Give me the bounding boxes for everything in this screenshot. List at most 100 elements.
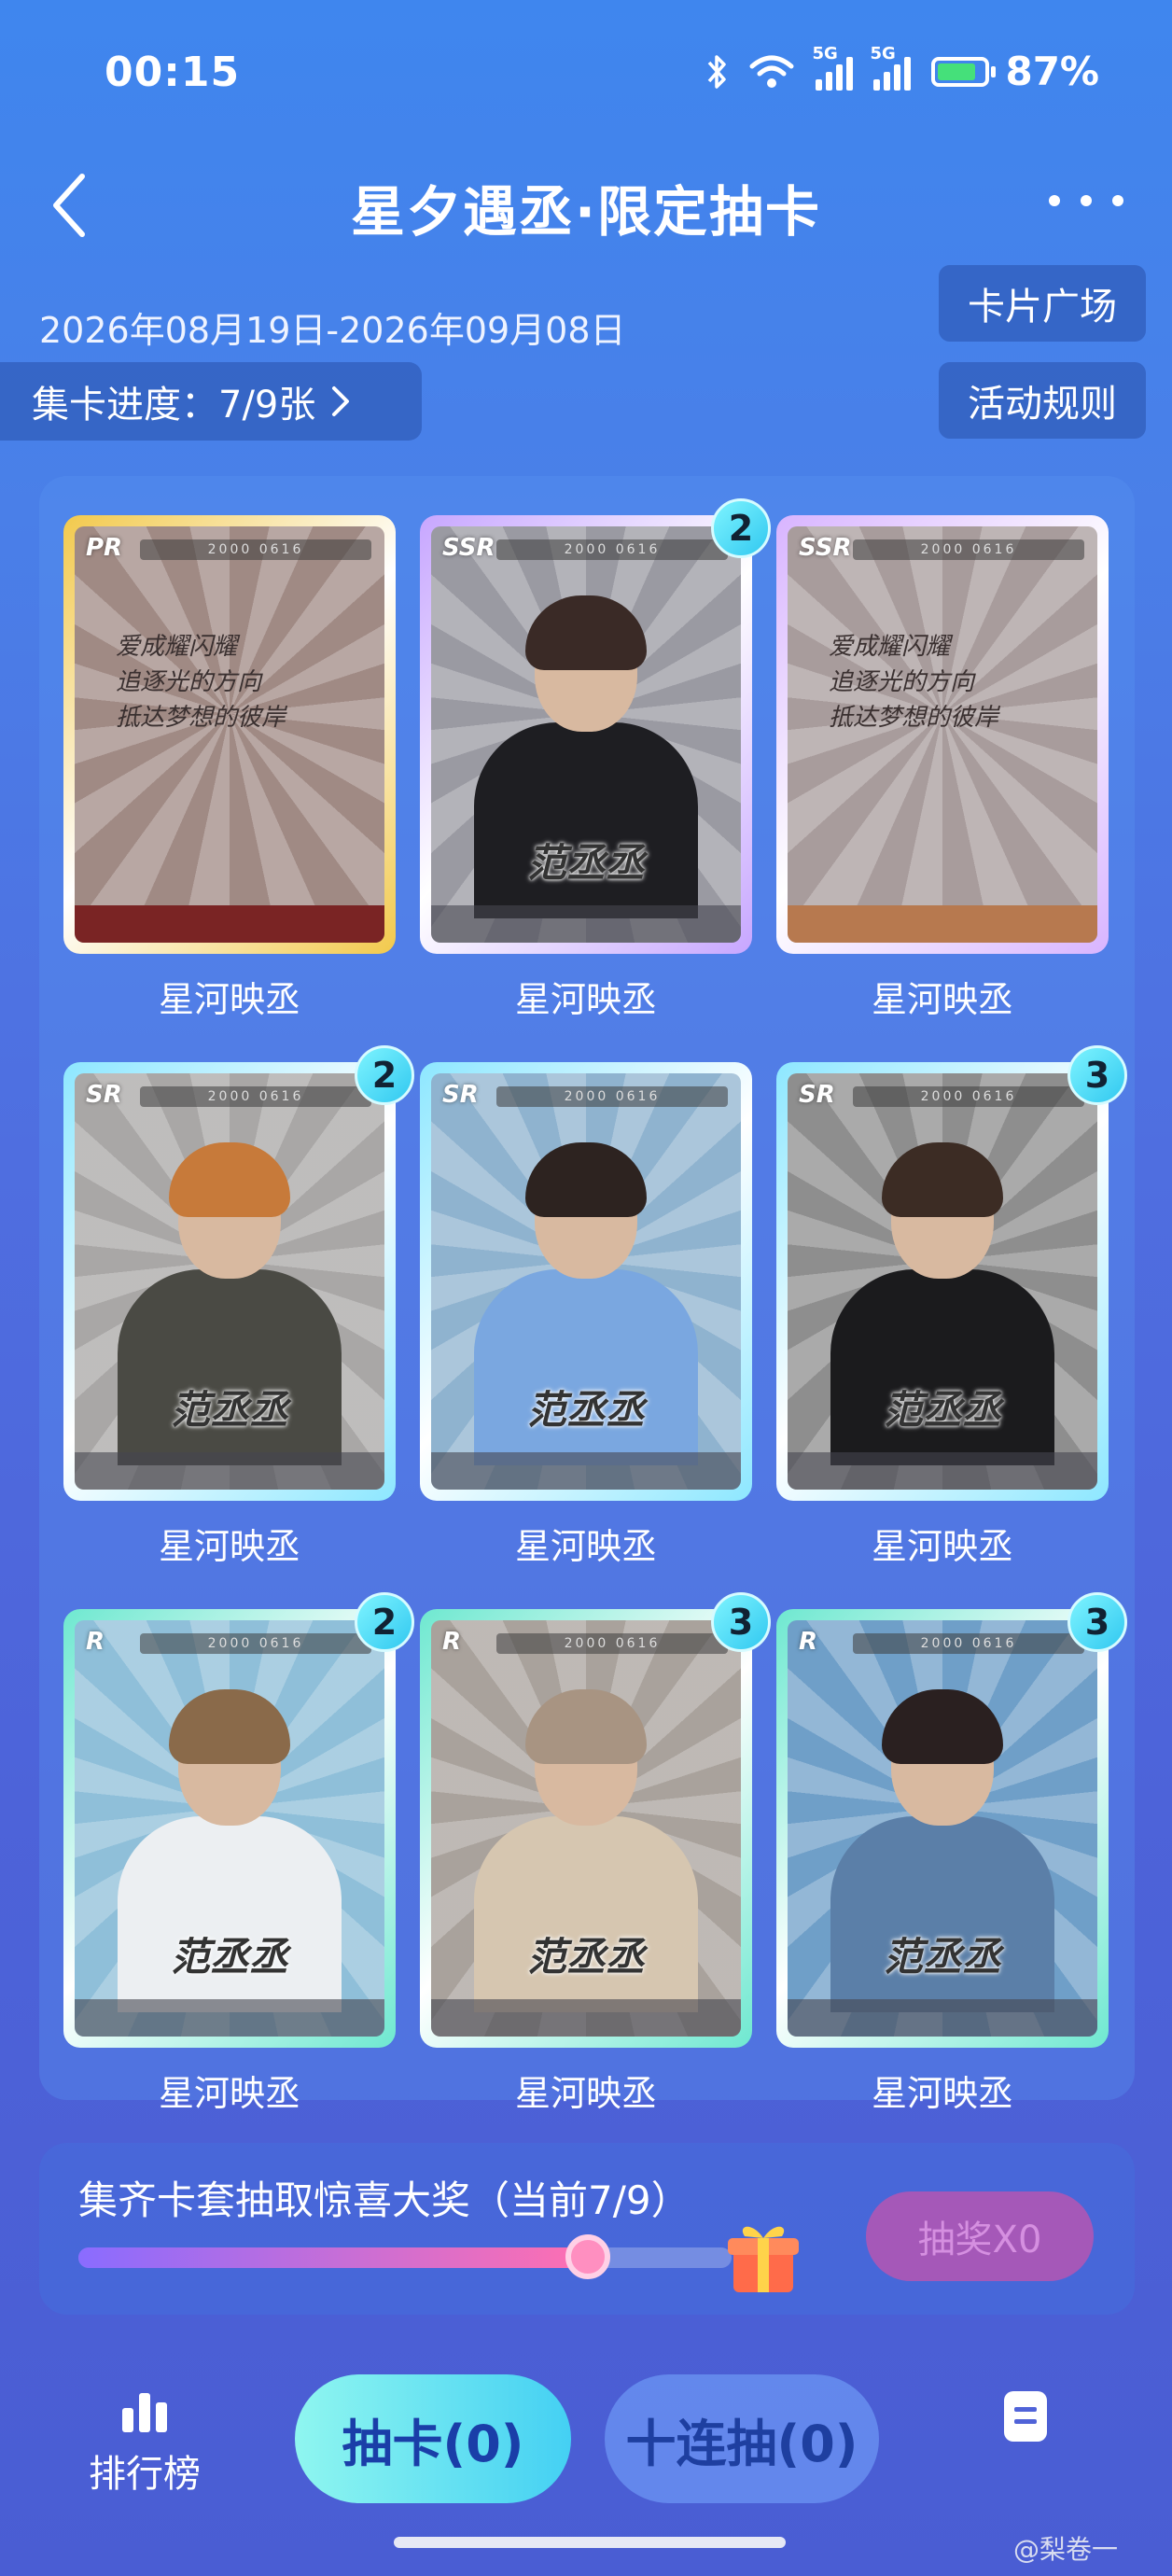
more-icon-dot — [1081, 195, 1092, 206]
lottery-button[interactable]: 抽奖X0 — [866, 2191, 1094, 2281]
page-title: 星夕遇丞·限定抽卡 — [350, 180, 822, 244]
card-person-hair — [169, 1689, 290, 1764]
card-name: 星河映丞 — [158, 979, 300, 1020]
card-rarity: SR — [86, 1081, 122, 1109]
card-serial: 2000 0616 — [140, 1633, 371, 1654]
card-person-figure — [474, 1269, 698, 1465]
card-item[interactable]: 2000 0616 SR 范丞丞 — [420, 1062, 752, 1501]
card-count-badge: 2 — [355, 1045, 414, 1105]
card-footer-band — [788, 1452, 1097, 1490]
card-logo: 范丞丞 — [170, 1387, 288, 1433]
ten-draw-button[interactable]: 十连抽(0) — [605, 2374, 879, 2503]
card-footer-band — [75, 1999, 384, 2037]
card-rarity: PR — [86, 534, 123, 562]
leaderboard-tab[interactable]: 排行榜 — [84, 2389, 205, 2498]
card-footer-band — [788, 1999, 1097, 2037]
card-serial: 2000 0616 — [140, 1086, 371, 1107]
card-name: 星河映丞 — [871, 2073, 1013, 2114]
card-item[interactable]: 2000 0616 SR 范丞丞 — [63, 1062, 396, 1501]
more-options-button[interactable] — [1049, 177, 1123, 224]
card-rarity: SR — [799, 1081, 835, 1109]
leaderboard-label: 排行榜 — [89, 2453, 201, 2496]
card-person-hair — [169, 1142, 290, 1217]
card-artwork: 爱成耀闪耀 追逐光的方向 抵达梦想的彼岸 2000 0616 PR — [75, 526, 384, 943]
network-type-1: 5G — [812, 43, 838, 63]
card-artwork: 2000 0616 R 范丞丞 — [431, 1620, 741, 2037]
card-handwritten-message: 爱成耀闪耀 追逐光的方向 抵达梦想的彼岸 — [829, 633, 999, 732]
card-item[interactable]: 2000 0616 R 范丞丞 — [63, 1609, 396, 2048]
card-item[interactable]: 2000 0616 R 范丞丞 — [420, 1609, 752, 2048]
card-logo: 范丞丞 — [883, 1387, 1001, 1433]
card-logo: 范丞丞 — [526, 840, 645, 886]
card-name: 星河映丞 — [871, 979, 1013, 1020]
card-person-figure — [474, 722, 698, 918]
card-square-button[interactable]: 卡片广场 — [939, 265, 1146, 342]
card-rarity: R — [799, 1628, 818, 1656]
card-artwork: 2000 0616 SR 范丞丞 — [788, 1073, 1097, 1490]
cell-signal-icon: 5G — [812, 44, 854, 91]
card-serial: 2000 0616 — [140, 539, 371, 560]
collection-progress-button[interactable]: 集卡进度：7/9张 — [0, 362, 422, 441]
card-footer-band — [788, 905, 1097, 943]
wifi-icon — [749, 55, 794, 88]
more-icon-dot — [1112, 195, 1123, 206]
card-count-badge: 3 — [1067, 1592, 1127, 1652]
card-rarity: SR — [442, 1081, 479, 1109]
battery-icon — [931, 56, 990, 87]
card-name: 星河映丞 — [514, 2073, 657, 2114]
record-icon[interactable] — [1004, 2391, 1047, 2442]
card-item[interactable]: 2000 0616 SSR 范丞丞 — [420, 515, 752, 954]
status-icons: 5G 5G 87% — [705, 44, 1099, 94]
card-person-figure — [118, 1816, 342, 2012]
card-person-hair — [882, 1142, 1003, 1217]
card-serial: 2000 0616 — [853, 1086, 1084, 1107]
card-footer-band — [75, 905, 384, 943]
card-item[interactable]: 爱成耀闪耀 追逐光的方向 抵达梦想的彼岸 2000 0616 SSR — [776, 515, 1109, 954]
card-name: 星河映丞 — [871, 1526, 1013, 1567]
card-artwork: 2000 0616 R 范丞丞 — [788, 1620, 1097, 2037]
card-rarity: R — [86, 1628, 105, 1656]
card-rarity: R — [442, 1628, 462, 1656]
reward-progress-knob — [565, 2234, 610, 2279]
card-person-figure — [830, 1269, 1054, 1465]
card-name: 星河映丞 — [514, 1526, 657, 1567]
card-artwork: 2000 0616 SR 范丞丞 — [75, 1073, 384, 1490]
card-item[interactable]: 2000 0616 R 范丞丞 — [776, 1609, 1109, 2048]
card-person-figure — [118, 1269, 342, 1465]
card-serial: 2000 0616 — [853, 539, 1084, 560]
gift-icon — [728, 2226, 799, 2292]
card-footer-band — [431, 1999, 741, 2037]
draw-card-button[interactable]: 抽卡(0) — [295, 2374, 571, 2503]
card-count-badge: 2 — [355, 1592, 414, 1652]
status-time: 00:15 — [105, 49, 241, 96]
card-count-badge: 2 — [711, 498, 771, 558]
event-date-range: 2026年08月19日-2026年09月08日 — [39, 310, 626, 351]
card-logo: 范丞丞 — [883, 1934, 1001, 1980]
card-logo: 范丞丞 — [170, 1934, 288, 1980]
card-serial: 2000 0616 — [496, 539, 728, 560]
card-person-hair — [525, 595, 647, 670]
card-person-hair — [882, 1689, 1003, 1764]
card-artwork: 2000 0616 SR 范丞丞 — [431, 1073, 741, 1490]
card-name: 星河映丞 — [158, 2073, 300, 2114]
watermark-text: @梨卷一 — [1013, 2534, 1119, 2565]
card-name: 星河映丞 — [514, 979, 657, 1020]
card-item[interactable]: 爱成耀闪耀 追逐光的方向 抵达梦想的彼岸 2000 0616 PR — [63, 515, 396, 954]
home-indicator — [394, 2537, 786, 2548]
card-footer-band — [431, 1452, 741, 1490]
card-logo: 范丞丞 — [526, 1934, 645, 1980]
event-rules-button[interactable]: 活动规则 — [939, 362, 1146, 439]
card-item[interactable]: 2000 0616 SR 范丞丞 — [776, 1062, 1109, 1501]
card-footer-band — [75, 1452, 384, 1490]
chevron-right-icon — [332, 386, 350, 416]
reward-description: 集齐卡套抽取惊喜大奖（当前7/9） — [78, 2177, 691, 2223]
card-footer-band — [431, 905, 741, 943]
card-handwritten-message: 爱成耀闪耀 追逐光的方向 抵达梦想的彼岸 — [116, 633, 286, 732]
card-artwork: 2000 0616 R 范丞丞 — [75, 1620, 384, 2037]
more-icon-dot — [1049, 195, 1060, 206]
card-serial: 2000 0616 — [496, 1633, 728, 1654]
card-serial: 2000 0616 — [853, 1633, 1084, 1654]
collection-progress-label: 集卡进度：7/9张 — [32, 384, 316, 427]
card-person-hair — [525, 1689, 647, 1764]
cell-signal-icon-2: 5G — [870, 44, 912, 91]
